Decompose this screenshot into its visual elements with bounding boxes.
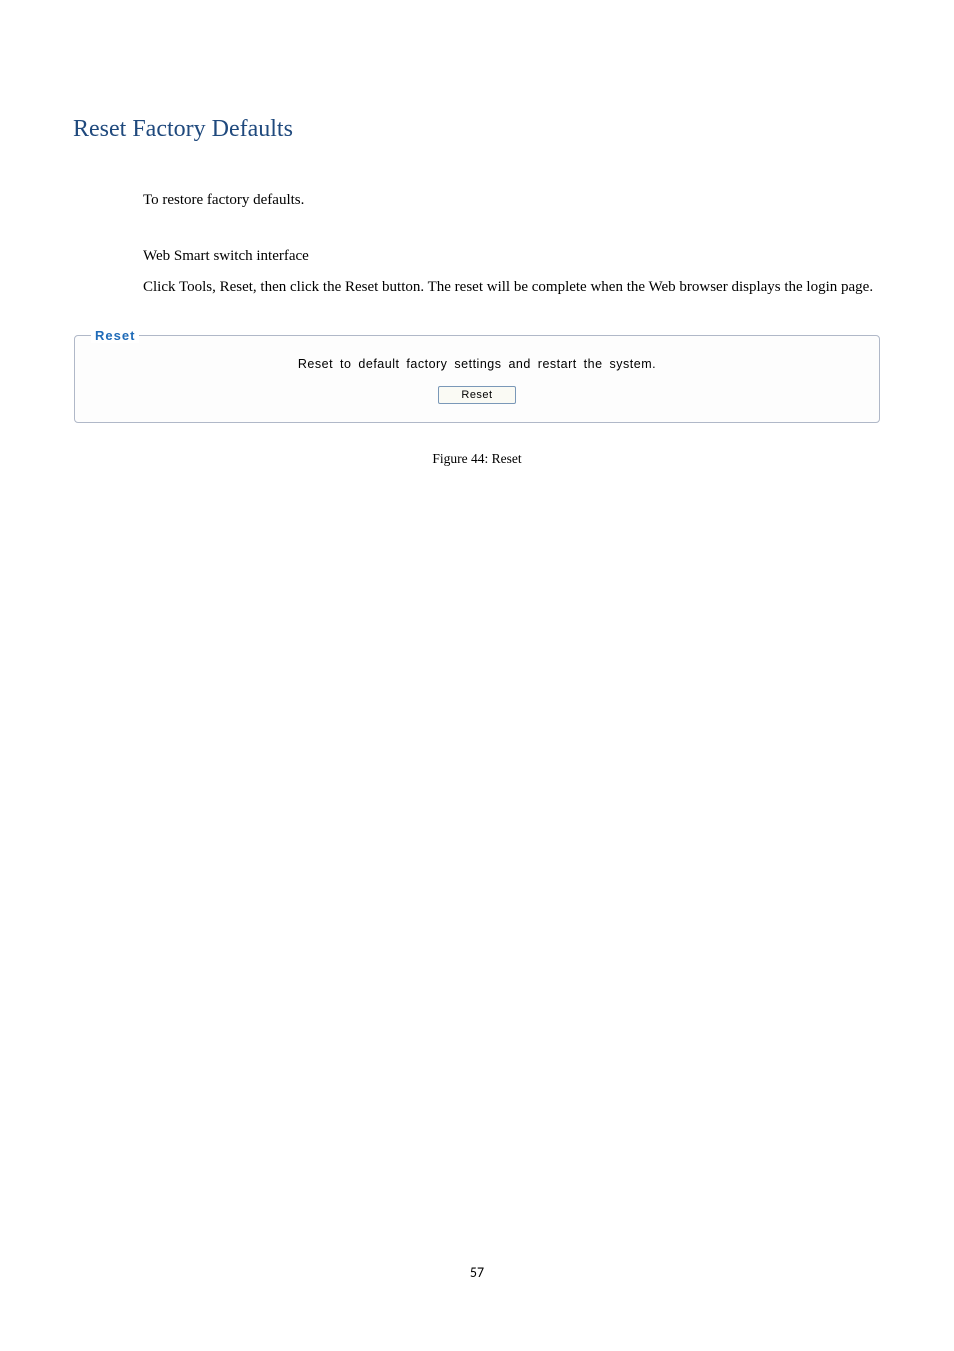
intro-paragraph: To restore factory defaults. (143, 185, 881, 217)
instructions-paragraph: Click Tools, Reset, then click the Reset… (143, 272, 881, 304)
section-heading: Reset Factory Defaults (73, 116, 881, 143)
reset-fieldset: Reset Reset to default factory settings … (74, 328, 880, 423)
figure-caption: Figure 44: Reset (73, 451, 881, 467)
reset-legend: Reset (91, 328, 139, 343)
page-number: 57 (0, 1264, 954, 1281)
reset-description: Reset to default factory settings and re… (91, 357, 863, 371)
subheading-paragraph: Web Smart switch interface (143, 241, 881, 273)
reset-button[interactable]: Reset (438, 386, 515, 404)
